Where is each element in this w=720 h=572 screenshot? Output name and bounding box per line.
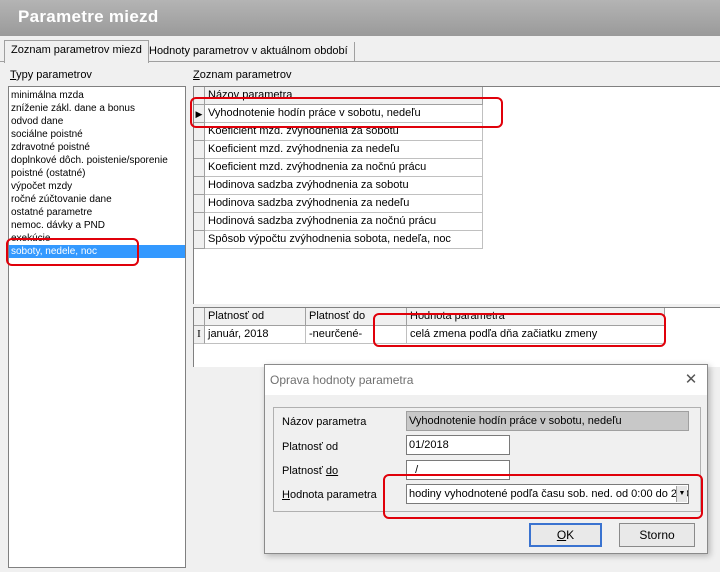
valid-from-label: Platnosť od — [282, 441, 339, 453]
parameter-name-label: Názov parametra — [282, 416, 367, 428]
table-row[interactable]: Hodinova sadzba zvýhodnenia za sobotu — [194, 177, 720, 195]
row-indicator — [194, 213, 205, 231]
table-cell[interactable]: Hodinova sadzba zvýhodnenia za sobotu — [205, 177, 483, 195]
table-row[interactable]: Spôsob výpočtu zvýhodnenia sobota, nedeľ… — [194, 231, 720, 249]
row-indicator — [194, 141, 205, 159]
list-item[interactable]: ostatné parametre — [9, 206, 185, 219]
valid-to-label: Platnosť do — [282, 465, 338, 477]
parameter-types-label: Typy parametrov — [10, 69, 92, 81]
list-item[interactable]: sociálne poistné — [9, 128, 185, 141]
row-indicator — [194, 195, 205, 213]
ok-accesskey: O — [556, 528, 567, 542]
list-item[interactable]: nemoc. dávky a PND — [9, 219, 185, 232]
table-cell[interactable]: Spôsob výpočtu zvýhodnenia sobota, nedeľ… — [205, 231, 483, 249]
row-indicator — [194, 177, 205, 195]
list-item[interactable]: minimálna mzda — [9, 89, 185, 102]
edit-parameter-dialog: Oprava hodnoty parametra ✕ Názov paramet… — [264, 364, 708, 554]
parameter-name-field: Vyhodnotenie hodín práce v sobotu, nedeľ… — [406, 411, 689, 431]
cancel-button[interactable]: Storno — [619, 523, 695, 547]
list-item[interactable]: exekúcie — [9, 232, 185, 245]
parameter-types-list[interactable]: minimálna mzda zníženie zákl. dane a bon… — [8, 86, 186, 568]
valid-to-label-accesskey: do — [325, 465, 339, 477]
parameter-value-label: Hodnota parametra — [282, 489, 377, 501]
parameter-value-selected: hodiny vyhodnotené podľa času sob. ned. … — [409, 488, 689, 500]
current-row-indicator: ▶ — [194, 105, 205, 123]
table-row[interactable]: Koeficient mzd. zvýhodnenia za nedeľu — [194, 141, 720, 159]
table-cell[interactable]: Hodinova sadzba zvýhodnenia za nedeľu — [205, 195, 483, 213]
column-header-valid-from[interactable]: Platnosť od — [205, 308, 306, 326]
chevron-down-icon[interactable]: ▼ — [676, 486, 687, 502]
list-item[interactable]: ročné zúčtovanie dane — [9, 193, 185, 206]
list-item[interactable]: zníženie zákl. dane a bonus — [9, 102, 185, 115]
parameters-grid[interactable]: Názov parametra ▶ Vyhodnotenie hodín prá… — [193, 86, 720, 304]
table-cell[interactable]: Koeficient mzd. zvýhodnenia za nočnú prá… — [205, 159, 483, 177]
parameter-list-label: Zoznam parametrov — [193, 69, 292, 81]
valid-to-input[interactable]: / — [406, 460, 510, 480]
list-item[interactable]: doplnkové dôch. poistenie/sporenie — [9, 154, 185, 167]
window-title: Parametre miezd — [0, 0, 720, 36]
column-header-parameter-name[interactable]: Názov parametra — [205, 87, 483, 105]
ok-button[interactable]: OK — [529, 523, 602, 547]
row-edit-indicator: I — [194, 326, 205, 344]
tab-bar: Zoznam parametrov miezd Hodnoty parametr… — [0, 40, 720, 63]
valid-to-cell[interactable]: -neurčené- — [306, 326, 407, 344]
row-indicator — [194, 123, 205, 141]
valid-from-input[interactable]: 01/2018 — [406, 435, 510, 455]
parameter-value-cell[interactable]: celá zmena podľa dňa začiatku zmeny — [407, 326, 665, 344]
table-row[interactable]: Koeficient mzd. zvýhodnenia za sobotu — [194, 123, 720, 141]
column-header-valid-to[interactable]: Platnosť do — [306, 308, 407, 326]
tab-current-period-values[interactable]: Hodnoty parametrov v aktuálnom období — [143, 42, 355, 62]
table-row[interactable]: Hodinová sadzba zvýhodnenia za nočnú prá… — [194, 213, 720, 231]
parameter-value-select[interactable]: hodiny vyhodnotené podľa času sob. ned. … — [406, 484, 689, 504]
grid-header-indicator — [194, 87, 205, 105]
list-item[interactable]: zdravotné poistné — [9, 141, 185, 154]
parameter-values-grid[interactable]: Platnosť od Platnosť do Hodnota parametr… — [193, 307, 720, 367]
valid-to-label-text: Platnosť — [282, 465, 326, 477]
parameter-list-label-rest: oznam parametrov — [199, 69, 292, 81]
table-cell[interactable]: Vyhodnotenie hodín práce v sobotu, nedeľ… — [205, 105, 483, 123]
table-row[interactable]: ▶ Vyhodnotenie hodín práce v sobotu, ned… — [194, 105, 720, 123]
list-item[interactable]: výpočet mzdy — [9, 180, 185, 193]
table-cell[interactable]: Koeficient mzd. zvýhodnenia za sobotu — [205, 123, 483, 141]
table-row[interactable]: Hodinova sadzba zvýhodnenia za nedeľu — [194, 195, 720, 213]
parameter-value-label-text: odnota parametra — [289, 489, 377, 501]
table-cell[interactable]: Koeficient mzd. zvýhodnenia za nedeľu — [205, 141, 483, 159]
ok-label-rest: K — [566, 528, 575, 542]
close-icon[interactable]: ✕ — [681, 370, 701, 390]
valid-from-cell[interactable]: január, 2018 — [205, 326, 306, 344]
list-item[interactable]: odvod dane — [9, 115, 185, 128]
table-row[interactable]: Koeficient mzd. zvýhodnenia za nočnú prá… — [194, 159, 720, 177]
table-cell[interactable]: Hodinová sadzba zvýhodnenia za nočnú prá… — [205, 213, 483, 231]
parameter-types-label-rest: ypy parametrov — [16, 69, 92, 81]
grid-header-indicator — [194, 308, 205, 326]
row-indicator — [194, 159, 205, 177]
column-header-parameter-value[interactable]: Hodnota parametra — [407, 308, 665, 326]
list-item[interactable]: poistné (ostatné) — [9, 167, 185, 180]
row-indicator — [194, 231, 205, 249]
list-item-selected[interactable]: soboty, nedele, noc — [9, 245, 185, 258]
grid-header-row: Názov parametra — [194, 87, 720, 105]
dialog-title: Oprava hodnoty parametra — [265, 365, 707, 395]
tab-parameter-list[interactable]: Zoznam parametrov miezd — [4, 40, 149, 63]
parameter-value-label-accesskey: H — [282, 489, 290, 501]
